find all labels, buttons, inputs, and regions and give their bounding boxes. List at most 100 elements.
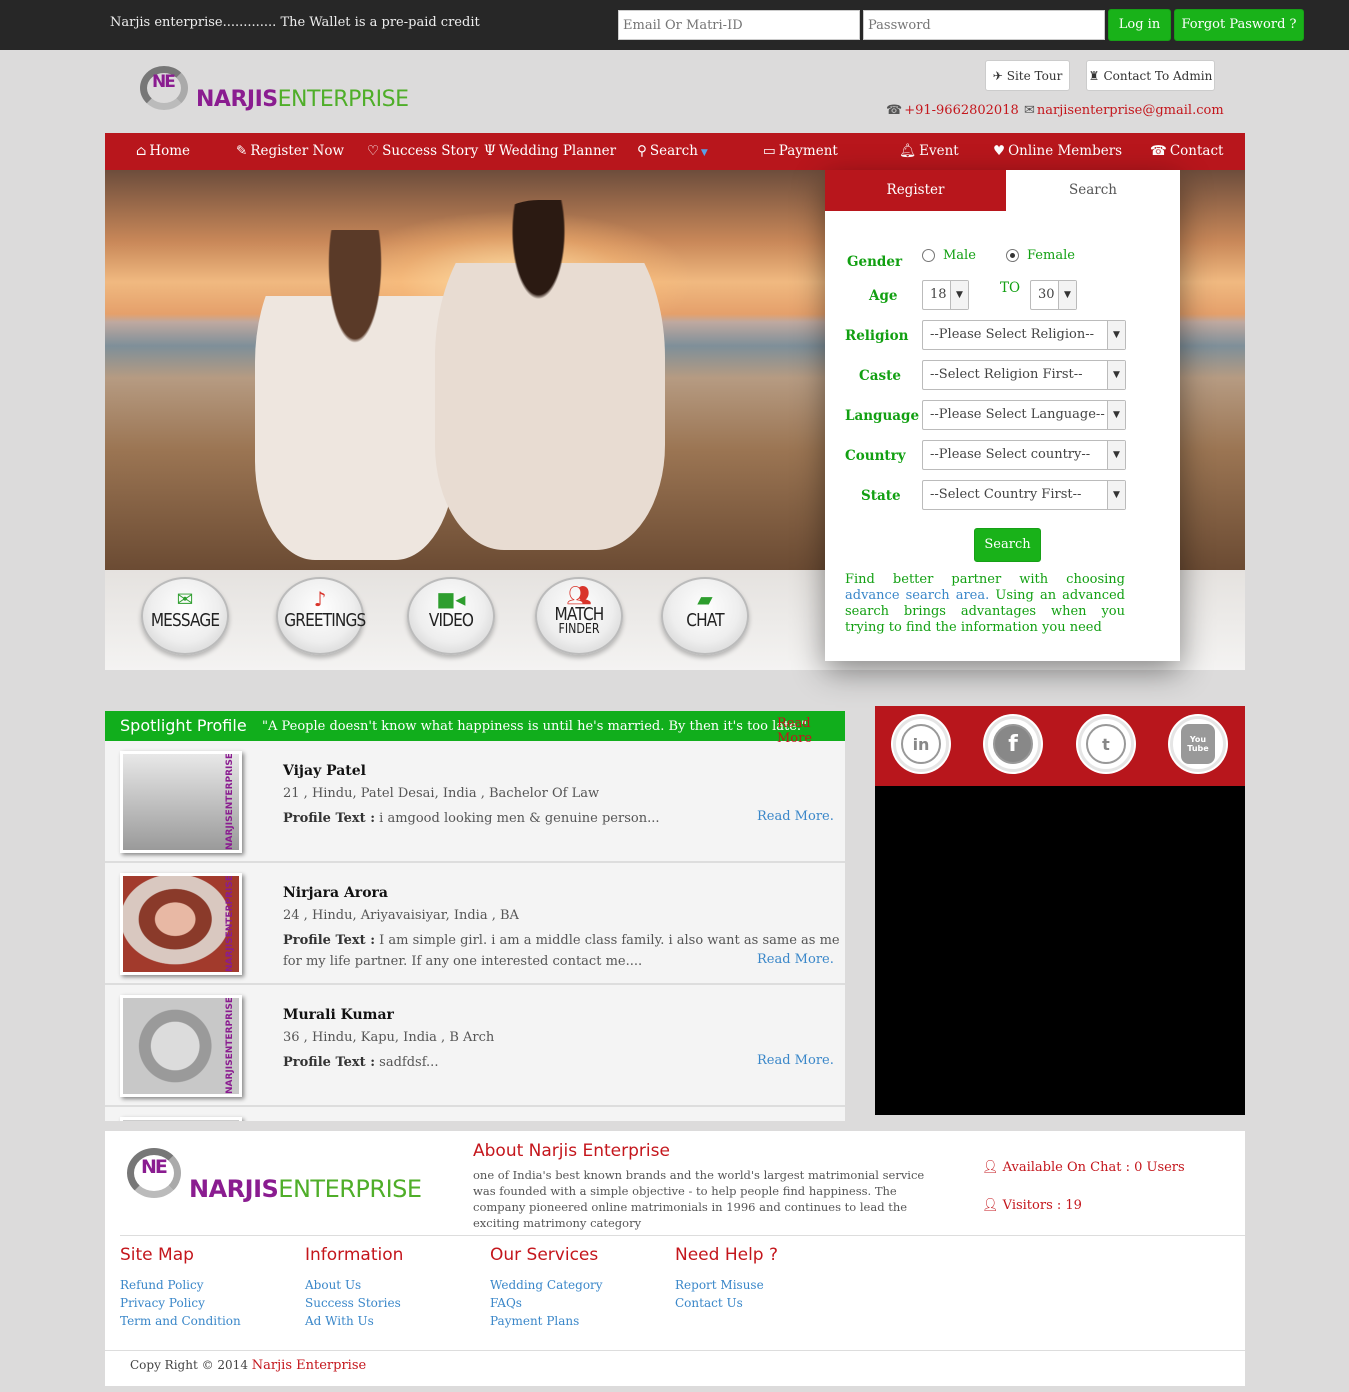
nav-home[interactable]: ⌂ Home xyxy=(136,143,190,159)
youtube-button[interactable]: You Tube xyxy=(1170,716,1226,772)
terms-link[interactable]: Term and Condition xyxy=(120,1314,241,1328)
video-player[interactable] xyxy=(875,786,1245,1115)
chevron-down-icon: ▼ xyxy=(1107,361,1125,389)
country-label: Country xyxy=(845,448,906,464)
nav-label: Payment xyxy=(778,143,838,159)
greetings-feature-button[interactable]: ♪ GREETINGS xyxy=(276,577,366,655)
nav-online-members[interactable]: ♥ Online Members xyxy=(993,143,1122,159)
religion-value: --Please Select Religion-- xyxy=(930,327,1094,342)
refund-policy-link[interactable]: Refund Policy xyxy=(120,1278,204,1292)
forgot-password-button[interactable]: Forgot Pasword ? xyxy=(1174,9,1304,41)
feature-label-line2: FINDER xyxy=(558,622,600,637)
age-to-select[interactable]: 30 ▼ xyxy=(1030,280,1077,310)
chat-bubbles-icon: ▰ xyxy=(697,587,713,611)
ad-with-us-link[interactable]: Ad With Us xyxy=(305,1314,374,1328)
chevron-down-icon: ▼ xyxy=(1058,281,1076,309)
nav-payment[interactable]: ▭ Payment xyxy=(763,143,838,159)
nav-label: Home xyxy=(149,143,191,159)
about-us-link[interactable]: About Us xyxy=(305,1278,361,1292)
header-email[interactable]: ✉ narjisenterprise@gmail.com xyxy=(1024,103,1224,118)
read-more-link[interactable]: Read More. xyxy=(757,952,834,967)
faqs-link[interactable]: FAQs xyxy=(490,1296,522,1310)
chevron-down-icon: ▼ xyxy=(1107,441,1125,469)
profile-name[interactable]: Murali Kumar xyxy=(283,1007,394,1023)
login-button[interactable]: Log in xyxy=(1108,9,1171,41)
profile-photo[interactable]: NARJISENTERPRISE xyxy=(120,873,242,975)
age-to-value: 30 xyxy=(1038,287,1055,302)
gender-male-radio[interactable]: Male xyxy=(922,248,976,263)
nav-search[interactable]: ⚲ Search ▼ xyxy=(637,143,708,159)
nav-label: Online Members xyxy=(1008,143,1123,159)
age-from-select[interactable]: 18 ▼ xyxy=(922,280,969,310)
report-misuse-link[interactable]: Report Misuse xyxy=(675,1278,764,1292)
photo-watermark: NARJISENTERPRISE xyxy=(225,874,235,972)
profile-photo[interactable]: NARJISENTERPRISE xyxy=(120,751,242,853)
read-more-link[interactable]: Read More. xyxy=(757,809,834,824)
payment-plans-link[interactable]: Payment Plans xyxy=(490,1314,579,1328)
match-finder-feature-button[interactable]: 👥︎ MATCH FINDER xyxy=(535,577,623,655)
read-more-link[interactable]: Read More. xyxy=(757,1053,834,1068)
site-tour-button[interactable]: ✈ Site Tour xyxy=(985,60,1070,91)
password-input[interactable] xyxy=(863,10,1105,40)
chat-feature-button[interactable]: ▰ CHAT xyxy=(661,577,749,655)
caste-select[interactable]: --Select Religion First-- ▼ xyxy=(922,360,1126,390)
country-select[interactable]: --Please Select country-- ▼ xyxy=(922,440,1126,470)
language-select[interactable]: --Please Select Language-- ▼ xyxy=(922,400,1126,430)
linkedin-button[interactable]: in xyxy=(893,716,949,772)
header-phone: ☎ +91-9662802018 xyxy=(886,103,1019,118)
nav-event[interactable]: 🔔︎ Event xyxy=(899,143,959,159)
phone-icon: ☎ xyxy=(886,103,903,118)
age-label: Age xyxy=(869,288,898,304)
plane-icon: ✈ xyxy=(992,68,1003,83)
nav-wedding-planner[interactable]: Ψ Wedding Planner xyxy=(484,143,616,159)
contact-admin-button[interactable]: ♜ Contact To Admin xyxy=(1086,60,1215,91)
email-input[interactable] xyxy=(618,10,860,40)
tab-search[interactable]: Search xyxy=(1006,170,1180,211)
state-select[interactable]: --Select Country First-- ▼ xyxy=(922,480,1126,510)
profile-info: 36 , Hindu, Kapu, India , B Arch xyxy=(283,1030,495,1045)
religion-label: Religion xyxy=(845,328,909,344)
user-icon: 👤︎ xyxy=(982,1198,999,1213)
profile-card: NARJISENTERPRISE Nirjara Arora 24 , Hind… xyxy=(105,863,845,985)
company-link[interactable]: Narjis Enterprise xyxy=(252,1358,366,1373)
profile-name[interactable]: Vijay Patel xyxy=(283,763,366,779)
profile-photo[interactable]: NARJISENTERPRISE xyxy=(120,995,242,1097)
advance-search-link[interactable]: advance search area. xyxy=(845,588,989,603)
profile-photo[interactable] xyxy=(120,1117,242,1121)
wedding-category-link[interactable]: Wedding Category xyxy=(490,1278,603,1292)
chevron-down-icon: ▼ xyxy=(1107,321,1125,349)
tab-register[interactable]: Register xyxy=(825,170,1006,211)
search-submit-button[interactable]: Search xyxy=(974,528,1041,562)
facebook-button[interactable]: f xyxy=(985,716,1041,772)
privacy-policy-link[interactable]: Privacy Policy xyxy=(120,1296,205,1310)
rook-icon: ♜ xyxy=(1088,68,1100,83)
message-feature-button[interactable]: ✉ MESSAGE xyxy=(141,577,229,655)
twitter-button[interactable]: t xyxy=(1078,716,1134,772)
cutlery-icon: Ψ xyxy=(484,143,496,159)
success-stories-link[interactable]: Success Stories xyxy=(305,1296,401,1310)
main-nav: ⌂ Home ✎ Register Now ♡ Success Story Ψ Wedd… xyxy=(105,133,1245,170)
nav-contact[interactable]: ☎ Contact xyxy=(1150,143,1223,159)
users-icon: 👥︎ xyxy=(566,583,592,607)
phone-icon: ☎ xyxy=(1150,143,1167,159)
logo-text-part1: NARJIS xyxy=(189,1175,279,1203)
gender-female-radio[interactable]: Female xyxy=(1006,248,1075,263)
help-text-pre: Find better partner with choosing xyxy=(845,572,1125,587)
site-logo[interactable]: NE NARJISENTERPRISE xyxy=(138,62,409,112)
photo-watermark: NARJISENTERPRISE xyxy=(225,996,235,1094)
age-from-value: 18 xyxy=(930,287,947,302)
nav-register-now[interactable]: ✎ Register Now xyxy=(236,143,344,159)
logo-text-part2: ENTERPRISE xyxy=(277,86,409,112)
heart-icon: ♥ xyxy=(993,143,1006,159)
contact-us-link[interactable]: Contact Us xyxy=(675,1296,743,1310)
youtube-icon: You Tube xyxy=(1181,724,1215,764)
footer-logo[interactable]: NE NARJISENTERPRISE xyxy=(125,1141,422,1203)
religion-select[interactable]: --Please Select Religion-- ▼ xyxy=(922,320,1126,350)
phone-number: +91-9662802018 xyxy=(904,103,1019,118)
video-feature-button[interactable]: ■◂ VIDEO xyxy=(407,577,495,655)
nav-success-story[interactable]: ♡ Success Story xyxy=(367,143,478,159)
logo-text-part2: ENTERPRISE xyxy=(278,1175,422,1203)
spotlight-title: Spotlight Profile xyxy=(120,716,247,735)
profile-name[interactable]: Nirjara Arora xyxy=(283,885,388,901)
quick-search-panel: Register Search Gender Male Female Age 1… xyxy=(825,170,1180,661)
